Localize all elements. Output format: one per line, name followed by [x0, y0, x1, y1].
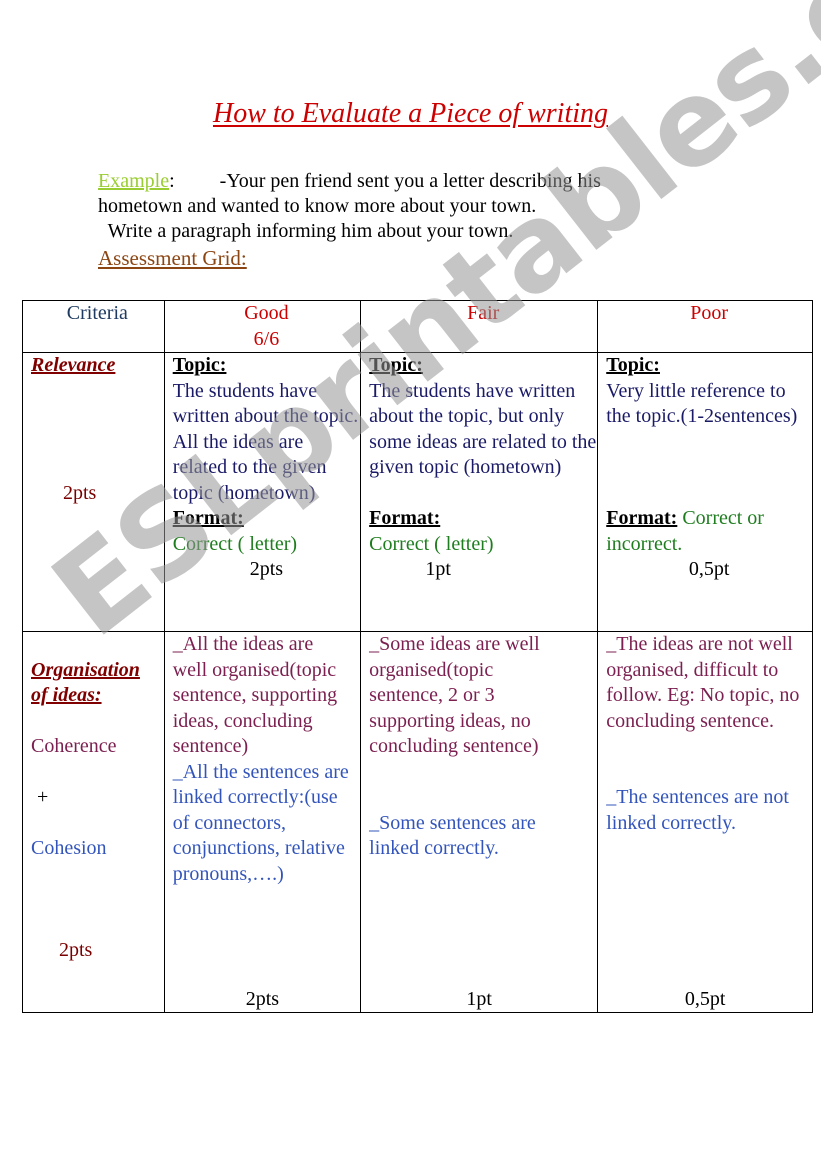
table-row-organisation: Organisation of ideas: Coherence + Cohes… [22, 631, 813, 1013]
relevance-poor-cell: Topic: Very little reference to the topi… [597, 352, 813, 632]
organisation-poor-cohesion: _The sentences are not linked correctly. [606, 786, 789, 834]
topic-label: Topic: [369, 354, 423, 376]
organisation-good-coherence: _All the ideas are well organised(topic … [172, 633, 338, 757]
header-good: Good 6/6 [163, 300, 362, 353]
intro-line-2: hometown and wanted to know more about y… [98, 195, 537, 217]
relevance-fair-cell: Topic: The students have written about t… [360, 352, 599, 632]
example-text-1: -Your pen friend sent you a letter descr… [174, 170, 601, 192]
format-label: Format: [172, 507, 244, 529]
relevance-good-format-text: Correct ( letter) [172, 532, 298, 555]
criterion-cohesion: Cohesion [31, 837, 107, 859]
relevance-poor-format: Format: Correct or incorrect. [606, 506, 812, 557]
relevance-good-score: 2pts [249, 558, 284, 580]
organisation-fair-score: 1pt [466, 987, 492, 1010]
criterion-organisation: Organisation of ideas: Coherence + Cohes… [22, 631, 165, 1013]
relevance-fair-score: 1pt [425, 558, 451, 580]
relevance-good-cell: Topic: The students have written about t… [163, 352, 362, 632]
format-label: Format: [369, 507, 441, 529]
relevance-poor-topic-text: Very little reference to the topic.(1-2s… [606, 379, 798, 428]
header-good-score: 6/6 [253, 327, 280, 350]
topic-label: Topic: [606, 354, 660, 376]
example-label: Example [98, 170, 170, 192]
format-label: Format: [606, 507, 678, 529]
topic-label: Topic: [172, 354, 227, 376]
organisation-fair-cell: _Some ideas are well organised(topic sen… [360, 631, 599, 1013]
organisation-poor-score: 0,5pt [684, 987, 726, 1010]
organisation-good-score: 2pts [245, 987, 280, 1010]
organisation-poor-coherence: _The ideas are not well organised, diffi… [606, 633, 800, 732]
criterion-plus: + [37, 786, 49, 808]
assessment-grid-label: Assessment Grid: [98, 246, 247, 270]
criterion-organisation-title-2: of ideas: [31, 684, 102, 706]
header-poor: Poor [597, 300, 813, 353]
page-title: How to Evaluate a Piece of writing [0, 98, 821, 130]
header-criteria: Criteria [22, 300, 165, 353]
title-text: How to Evaluate a Piece of writing [212, 98, 609, 129]
criterion-relevance: Relevance 2pts [22, 352, 165, 632]
organisation-fair-cohesion: _Some sentences are linked correctly. [369, 811, 536, 860]
intro-line-3: Write a paragraph informing him about yo… [98, 220, 514, 242]
relevance-fair-format-text: Correct ( letter) [369, 532, 494, 555]
relevance-good-topic-text: The students have written about the topi… [172, 379, 359, 504]
organisation-poor-cell: _The ideas are not well organised, diffi… [597, 631, 813, 1013]
organisation-good-cell: _All the ideas are well organised(topic … [163, 631, 362, 1013]
example-prompt: Example: -Your pen friend sent you a let… [98, 169, 601, 244]
intro-line-1: Example: -Your pen friend sent you a let… [98, 169, 601, 194]
criterion-relevance-title: Relevance [31, 354, 116, 376]
criterion-organisation-title-1: Organisation [31, 658, 140, 681]
table-row-relevance: Relevance 2pts Topic: The students have … [22, 352, 813, 632]
organisation-fair-coherence: _Some ideas are well organised(topic sen… [369, 633, 540, 757]
header-fair: Fair [360, 300, 599, 353]
organisation-good-cohesion: _All the sentences are linked correctly:… [172, 760, 349, 885]
criterion-organisation-points: 2pts [59, 939, 93, 961]
relevance-poor-score: 0,5pt [688, 558, 730, 580]
relevance-fair-topic-text: The students have written about the topi… [369, 379, 597, 479]
criterion-relevance-points: 2pts [63, 481, 97, 504]
header-good-label: Good [244, 302, 289, 324]
assessment-grid-table: Criteria Good 6/6 Fair Poor Relevance 2p… [22, 300, 813, 1013]
criterion-coherence: Coherence [31, 735, 117, 757]
table-header-row: Criteria Good 6/6 Fair Poor [22, 300, 813, 353]
